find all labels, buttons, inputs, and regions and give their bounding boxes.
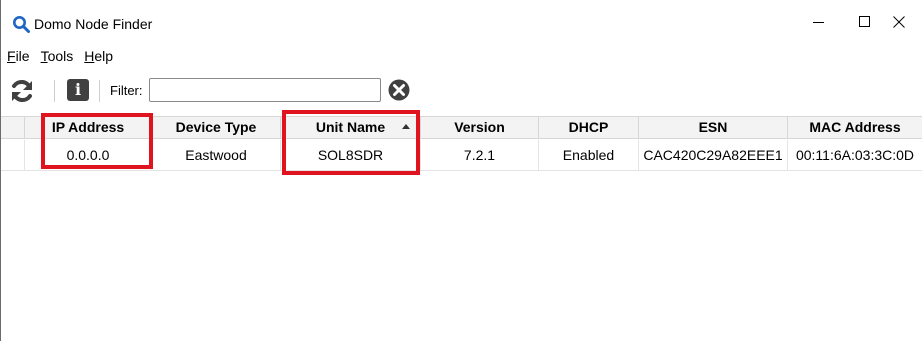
column-header-unit-name[interactable]: Unit Name [281,117,421,138]
table-row[interactable]: 0.0.0.0 Eastwood SOL8SDR 7.2.1 Enabled C… [1,140,922,171]
cell-ip-address[interactable]: 0.0.0.0 [25,140,152,170]
close-icon [893,16,905,28]
cell-device-type[interactable]: Eastwood [152,140,281,170]
app-window: Domo Node Finder File Tools Help i Filte… [0,0,922,341]
clear-filter-icon[interactable] [388,79,410,101]
toolbar-separator [54,80,55,102]
cell-esn[interactable]: CAC420C29A82EEE1 [639,140,788,170]
minimize-button[interactable] [796,0,842,44]
filter-input[interactable] [149,78,381,102]
cell-dhcp[interactable]: Enabled [539,140,639,170]
toolbar-separator [99,80,100,102]
window-title: Domo Node Finder [34,16,153,32]
menu-help-mnemonic: H [84,48,95,64]
menu-tools-label: ools [47,48,74,64]
close-button[interactable] [876,0,922,44]
menu-bar: File Tools Help [1,45,922,67]
menu-file-mnemonic: F [7,48,16,64]
cell-unit-name[interactable]: SOL8SDR [281,140,421,170]
column-header-dhcp[interactable]: DHCP [539,117,639,138]
cell-version[interactable]: 7.2.1 [421,140,539,170]
column-header-esn[interactable]: ESN [639,117,788,138]
menu-tools[interactable]: Tools [35,46,79,66]
column-header-mac-address[interactable]: MAC Address [788,117,922,138]
column-header-unit-name-label: Unit Name [315,119,386,135]
menu-tools-mnemonic: T [40,48,48,64]
title-bar[interactable]: Domo Node Finder [1,0,922,44]
menu-help-label: elp [94,48,114,64]
column-header-device-type[interactable]: Device Type [152,117,281,138]
minimize-icon [813,22,824,23]
node-table: IP Address Device Type Unit Name Version… [1,116,922,341]
menu-help[interactable]: Help [78,46,118,66]
row-header-corner [1,117,25,138]
table-header: IP Address Device Type Unit Name Version… [1,117,922,139]
info-icon[interactable]: i [67,79,89,101]
column-header-ip-address[interactable]: IP Address [25,117,152,138]
sort-ascending-icon [402,124,410,129]
column-header-version[interactable]: Version [421,117,539,138]
toolbar: i Filter: [1,72,922,110]
menu-file-label: ile [15,48,30,64]
row-gutter [1,140,25,170]
magnifier-icon [13,16,30,33]
maximize-icon [859,16,870,27]
refresh-icon[interactable] [9,78,35,104]
cell-mac-address[interactable]: 00:11:6A:03:3C:0D [788,140,922,170]
filter-label: Filter: [110,83,143,98]
menu-file[interactable]: File [1,46,35,66]
